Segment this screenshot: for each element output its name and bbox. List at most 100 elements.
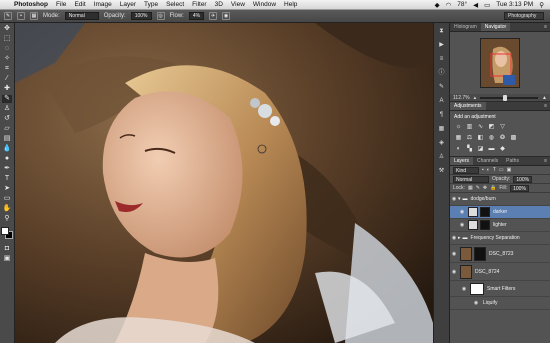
exposure-icon[interactable]: ◩ — [487, 123, 496, 131]
zoom-in-icon[interactable]: ▲ — [542, 95, 547, 101]
tab-navigator[interactable]: Navigator — [480, 23, 511, 31]
visibility-eye-icon[interactable]: ◉ — [458, 209, 466, 215]
swatches-panel-icon[interactable]: ▦ — [437, 125, 447, 134]
spotlight-icon[interactable]: ⚲ — [539, 1, 544, 9]
airbrush-icon[interactable]: ✈ — [209, 12, 218, 20]
zoom-tool-icon[interactable]: ⚲ — [2, 215, 12, 223]
menu-image[interactable]: Image — [94, 1, 112, 8]
menu-layer[interactable]: Layer — [120, 1, 136, 8]
pressure-opacity-icon[interactable]: ◎ — [156, 12, 165, 20]
menu-window[interactable]: Window — [253, 1, 276, 8]
invert-icon[interactable]: ◐ — [454, 145, 463, 153]
mode-select[interactable]: Normal — [64, 12, 99, 20]
visibility-eye-icon[interactable]: ◉ — [458, 222, 466, 228]
curves-adjustment-thumbnail[interactable] — [468, 207, 478, 217]
path-select-tool-icon[interactable]: ➤ — [2, 185, 12, 193]
screen-mode-icon[interactable]: ▣ — [2, 255, 12, 263]
adjustments-menu-icon[interactable]: ≡ — [544, 102, 550, 110]
color-balance-icon[interactable]: ⚖ — [465, 134, 474, 142]
filter-pixel-icon[interactable]: ▪ — [482, 167, 484, 173]
layer-name[interactable]: Smart Filters — [487, 286, 515, 292]
tab-channels[interactable]: Channels — [473, 157, 502, 165]
brush-size-icon[interactable]: • — [17, 12, 25, 20]
photo-filter-icon[interactable]: ◍ — [487, 134, 496, 142]
gradient-tool-icon[interactable]: ▤ — [2, 135, 12, 143]
brush-tool-icon[interactable]: ✎ — [2, 95, 12, 103]
menu-filter[interactable]: Filter — [192, 1, 206, 8]
info-panel-icon[interactable]: ⓘ — [437, 69, 447, 78]
visibility-eye-icon[interactable]: ◉ — [450, 196, 458, 202]
crop-tool-icon[interactable]: ⌗ — [2, 65, 12, 73]
group-expand-icon[interactable]: ▸ — [458, 235, 461, 241]
tab-histogram[interactable]: Histogram — [450, 23, 481, 31]
layer-name[interactable]: dodge/burn — [471, 196, 496, 202]
clone-source-panel-icon[interactable]: ♙ — [437, 153, 447, 162]
paragraph-panel-icon[interactable]: ¶ — [437, 111, 447, 120]
layer-thumbnail[interactable] — [460, 246, 472, 261]
layer-dsc-8723[interactable]: ◉ DSC_8723 — [450, 245, 550, 263]
layer-group-frequency-separation[interactable]: ◉ ▸ ▬ Frequency Separation — [450, 232, 550, 245]
curves-adjustment-thumbnail[interactable] — [468, 220, 478, 230]
brush-presets-panel-icon[interactable]: ✎ — [437, 83, 447, 92]
navigator-zoom-value[interactable]: 112.7% — [453, 95, 470, 101]
layer-name[interactable]: Liquify — [483, 300, 497, 306]
menu-edit[interactable]: Edit — [74, 1, 85, 8]
menu-3d[interactable]: 3D — [215, 1, 223, 8]
color-lookup-icon[interactable]: ▩ — [509, 134, 518, 142]
tab-paths[interactable]: Paths — [502, 157, 523, 165]
filter-smart-icon[interactable]: ▣ — [507, 167, 512, 173]
lock-pixels-icon[interactable]: ✎ — [476, 185, 480, 191]
hand-tool-icon[interactable]: ✋ — [2, 205, 12, 213]
menu-select[interactable]: Select — [166, 1, 184, 8]
panel-menu-icon[interactable]: ≡ — [544, 23, 550, 31]
visibility-eye-icon[interactable]: ◉ — [460, 286, 468, 292]
menu-help[interactable]: Help — [284, 1, 297, 8]
pressure-size-icon[interactable]: ◉ — [222, 12, 231, 20]
flow-input[interactable]: 4% — [188, 12, 205, 20]
clone-stamp-tool-icon[interactable]: ♙ — [2, 105, 12, 113]
history-brush-tool-icon[interactable]: ↺ — [2, 115, 12, 123]
brush-tool-preset-icon[interactable]: ✎ — [4, 12, 12, 20]
menu-view[interactable]: View — [231, 1, 245, 8]
smart-object-thumbnail[interactable] — [460, 264, 472, 279]
temperature-readout[interactable]: 78° — [457, 1, 467, 8]
volume-icon[interactable]: ◀ — [473, 1, 478, 9]
lasso-tool-icon[interactable]: ◌ — [2, 45, 12, 53]
layer-mask-thumbnail[interactable] — [480, 220, 490, 230]
layers-menu-icon[interactable]: ≡ — [544, 157, 550, 165]
lock-position-icon[interactable]: ✥ — [483, 185, 487, 191]
color-swatches[interactable] — [1, 227, 13, 239]
layer-name[interactable]: DSC_8723 — [489, 251, 513, 257]
threshold-icon[interactable]: ◪ — [476, 145, 485, 153]
wifi-icon[interactable]: ◠ — [446, 1, 452, 9]
layer-group-dodge-burn[interactable]: ◉ ▾ ▬ dodge/burn — [450, 193, 550, 206]
history-panel-icon[interactable]: ⧗ — [437, 27, 447, 36]
navigator-zoom-slider[interactable] — [480, 94, 539, 101]
zoom-out-icon[interactable]: ▴ — [474, 95, 477, 101]
marquee-tool-icon[interactable]: ⬚ — [2, 35, 12, 43]
levels-icon[interactable]: ▥ — [465, 123, 474, 131]
tool-presets-panel-icon[interactable]: ⚒ — [437, 167, 447, 176]
lock-all-icon[interactable]: 🔒 — [490, 185, 496, 191]
layer-liquify[interactable]: ◉ Liquify — [450, 297, 550, 310]
visibility-eye-icon[interactable]: ◉ — [450, 235, 458, 241]
shape-tool-icon[interactable]: ▭ — [2, 195, 12, 203]
gradient-map-icon[interactable]: ▬ — [487, 145, 496, 153]
layer-name[interactable]: Frequency Separation — [471, 235, 520, 241]
character-panel-icon[interactable]: A — [437, 97, 447, 106]
brightness-contrast-icon[interactable]: ☼ — [454, 123, 463, 131]
posterize-icon[interactable]: ▚ — [465, 145, 474, 153]
eraser-tool-icon[interactable]: ▱ — [2, 125, 12, 133]
menu-app-name[interactable]: Photoshop — [14, 1, 48, 8]
menu-type[interactable]: Type — [144, 1, 158, 8]
navigator-thumbnail[interactable] — [480, 38, 520, 88]
quick-mask-icon[interactable]: ◘ — [2, 245, 12, 253]
layer-kind-filter[interactable]: Kind — [453, 166, 479, 174]
black-white-icon[interactable]: ◧ — [476, 134, 485, 142]
menu-file[interactable]: File — [56, 1, 66, 8]
actions-panel-icon[interactable]: ▶ — [437, 41, 447, 50]
navigator-zoom-knob[interactable] — [503, 94, 508, 101]
properties-panel-icon[interactable]: ≡ — [437, 55, 447, 64]
workspace-switcher[interactable]: Photography — [504, 12, 544, 20]
group-expand-icon[interactable]: ▾ — [458, 196, 461, 202]
